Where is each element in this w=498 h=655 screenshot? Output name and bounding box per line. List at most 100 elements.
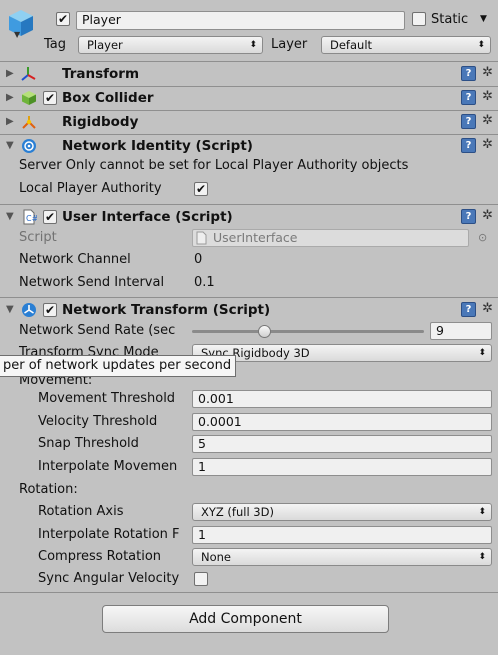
component-title: Network Transform (Script) [62,302,271,318]
gear-icon[interactable]: ✲ [482,301,493,316]
add-component-label: Add Component [189,611,302,627]
object-picker-icon[interactable]: ⊙ [478,231,487,244]
tooltip: per of network updates per second [0,355,237,377]
gear-icon[interactable]: ✲ [482,65,493,80]
component-title: Rigidbody [62,114,139,130]
component-header-rigidbody[interactable]: ▶ Rigidbody ? ✲ [0,111,498,134]
tag-dropdown[interactable]: Player ⬍ [78,36,263,54]
divider [0,204,498,205]
local-player-authority-checkbox[interactable]: ✔ [194,182,208,196]
rotation-axis-value: XYZ (full 3D) [201,505,274,519]
help-book-icon[interactable]: ? [461,138,476,153]
sync-angular-velocity-checkbox[interactable] [194,572,208,586]
server-only-message: Server Only cannot be set for Local Play… [19,158,409,173]
interpolate-rotation-field[interactable]: 1 [192,526,492,544]
rigidbody-icon [21,114,37,130]
send-rate-field[interactable]: 9 [430,322,492,340]
enabled-checkbox[interactable]: ✔ [43,210,57,224]
component-header-network-identity[interactable]: ▼ Network Identity (Script) ? ✲ [0,135,498,158]
script-file-icon: C# [21,209,39,225]
enabled-checkbox[interactable]: ✔ [43,91,57,105]
foldout-collapsed-icon[interactable]: ▶ [6,116,14,127]
velocity-threshold-label: Velocity Threshold [38,414,158,429]
network-send-interval-label: Network Send Interval [19,275,165,290]
script-field: UserInterface [192,229,469,247]
script-value: UserInterface [213,230,298,245]
component-title: User Interface (Script) [62,209,233,225]
foldout-expanded-icon[interactable]: ▼ [6,304,14,315]
chevron-updown-icon: ⬍ [477,40,485,50]
network-send-rate-label: Network Send Rate (sec [19,323,176,338]
active-checkbox[interactable]: ✔ [56,12,70,26]
tag-value: Player [87,38,123,52]
layer-value: Default [330,38,373,52]
foldout-collapsed-icon[interactable]: ▶ [6,68,14,79]
box-collider-icon [21,90,37,106]
foldout-collapsed-icon[interactable]: ▶ [6,92,14,103]
script-label: Script [19,230,57,245]
gear-icon[interactable]: ✲ [482,113,493,128]
static-checkbox[interactable] [412,12,426,26]
script-file-small-icon [196,231,208,245]
snap-threshold-field[interactable]: 5 [192,435,492,453]
help-book-icon[interactable]: ? [461,209,476,224]
help-book-icon[interactable]: ? [461,90,476,105]
network-send-interval-value: 0.1 [194,275,215,290]
send-rate-slider-thumb[interactable] [257,325,271,338]
transform-sync-mode-dropdown[interactable]: Sync Rigidbody 3D ⬍ [192,344,492,362]
component-title: Box Collider [62,90,154,106]
gear-icon[interactable]: ✲ [482,208,493,223]
snap-threshold-label: Snap Threshold [38,436,139,451]
layer-dropdown[interactable]: Default ⬍ [321,36,491,54]
interpolate-movement-field[interactable]: 1 [192,458,492,476]
component-title: Network Identity (Script) [62,138,253,154]
add-component-button[interactable]: Add Component [102,605,389,633]
rotation-axis-label: Rotation Axis [38,504,124,519]
tag-label: Tag [44,37,67,52]
svg-text:C#: C# [26,214,37,223]
divider [0,297,498,298]
help-book-icon[interactable]: ? [461,302,476,317]
component-title: Transform [62,66,140,82]
gear-icon[interactable]: ✲ [482,89,493,104]
rotation-section-label: Rotation: [19,482,78,497]
rotation-axis-dropdown[interactable]: XYZ (full 3D) ⬍ [192,503,492,521]
foldout-expanded-icon[interactable]: ▼ [6,211,14,222]
help-book-icon[interactable]: ? [461,66,476,81]
icon-dropdown-arrow[interactable]: ▼ [14,30,20,39]
network-channel-label: Network Channel [19,252,131,267]
movement-threshold-field[interactable]: 0.001 [192,390,492,408]
compress-rotation-dropdown[interactable]: None ⬍ [192,548,492,566]
component-header-transform[interactable]: ▶ Transform ? ✲ [0,63,498,86]
chevron-updown-icon: ⬍ [478,348,486,358]
chevron-updown-icon: ⬍ [478,552,486,562]
interpolate-movement-label: Interpolate Movemen [38,459,178,474]
movement-threshold-label: Movement Threshold [38,391,176,406]
chevron-updown-icon: ⬍ [249,40,257,50]
chevron-updown-icon: ⬍ [478,507,486,517]
divider [0,592,498,593]
velocity-threshold-field[interactable]: 0.0001 [192,413,492,431]
component-header-network-transform[interactable]: ▼ ✔ Network Transform (Script) ? ✲ [0,299,498,322]
network-identity-icon [21,138,37,154]
component-header-user-interface[interactable]: ▼ C# ✔ User Interface (Script) ? ✲ [0,206,498,229]
object-name-field[interactable]: Player [76,11,405,30]
compress-rotation-label: Compress Rotation [38,549,162,564]
layer-label: Layer [271,37,308,52]
gear-icon[interactable]: ✲ [482,137,493,152]
divider [0,61,498,62]
component-header-box-collider[interactable]: ▶ ✔ Box Collider ? ✲ [0,87,498,110]
send-rate-slider-track[interactable] [192,330,424,333]
static-label: Static [431,12,469,27]
network-transform-icon [21,302,37,318]
compress-rotation-value: None [201,550,232,564]
enabled-checkbox[interactable]: ✔ [43,303,57,317]
static-dropdown-arrow[interactable]: ▼ [480,14,487,24]
interpolate-rotation-label: Interpolate Rotation F [38,527,180,542]
gameobject-cube-icon [6,8,36,38]
foldout-expanded-icon[interactable]: ▼ [6,140,14,151]
help-book-icon[interactable]: ? [461,114,476,129]
network-channel-value: 0 [194,252,203,267]
sync-angular-velocity-label: Sync Angular Velocity [38,571,180,586]
local-player-authority-label: Local Player Authority [19,181,162,196]
